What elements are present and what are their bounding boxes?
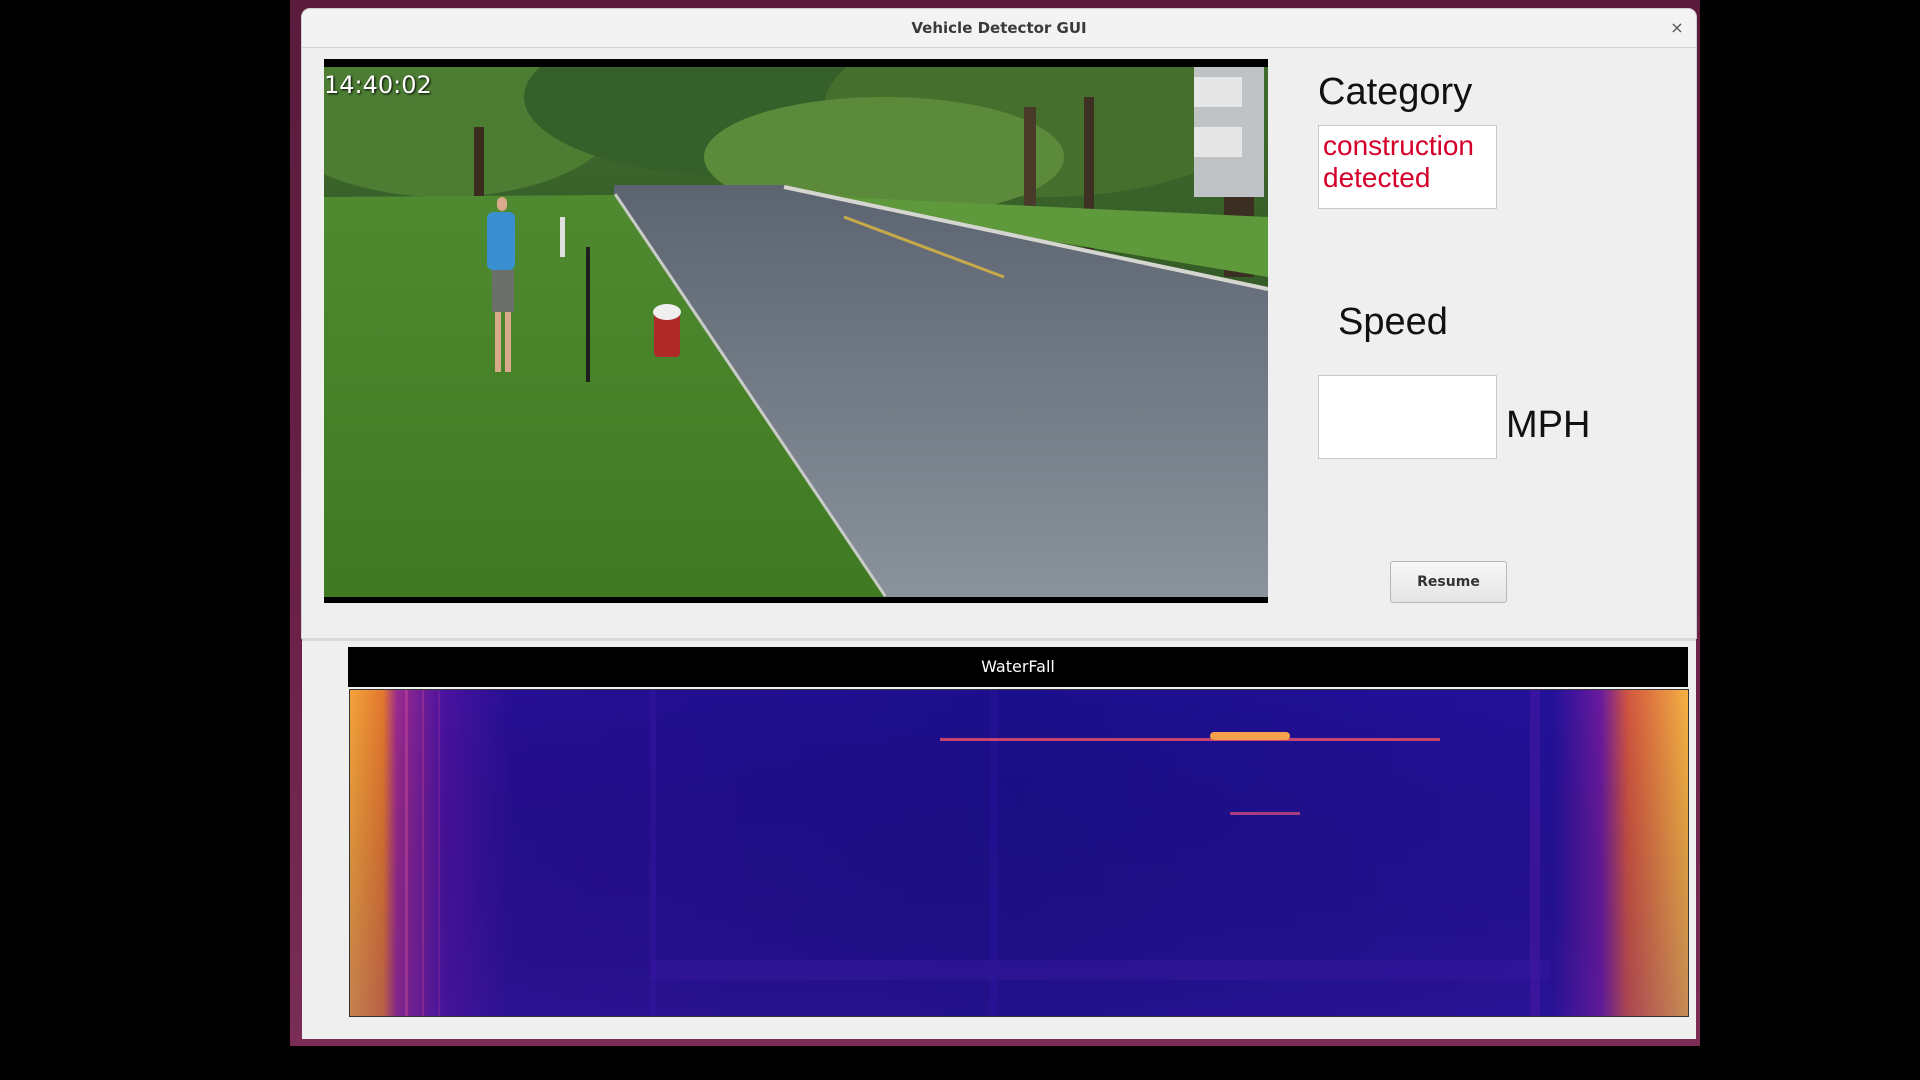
category-display: construction detected	[1318, 125, 1497, 209]
speed-display	[1318, 375, 1497, 459]
camera-image	[324, 67, 1268, 597]
speed-unit: MPH	[1506, 404, 1591, 446]
category-value: construction detected	[1323, 130, 1474, 193]
category-label: Category	[1318, 71, 1473, 113]
spectrogram-image	[350, 690, 1688, 1016]
window-title: Vehicle Detector GUI	[911, 19, 1087, 37]
title-bar[interactable]: Vehicle Detector GUI ×	[302, 9, 1696, 48]
waterfall-title: WaterFall	[348, 647, 1688, 687]
speed-label: Speed	[1338, 301, 1448, 343]
video-feed: 14:40:02	[324, 59, 1268, 603]
video-timestamp: 14:40:02	[324, 71, 432, 99]
waterfall-panel: WaterFall	[302, 638, 1696, 1039]
close-icon[interactable]: ×	[1666, 17, 1688, 39]
desktop: Vehicle Detector GUI × 14:40:02 Category…	[0, 0, 1920, 1080]
app-window: Vehicle Detector GUI × 14:40:02 Category…	[302, 9, 1696, 638]
resume-button[interactable]: Resume	[1390, 561, 1507, 603]
waterfall-spectrogram	[349, 689, 1689, 1017]
